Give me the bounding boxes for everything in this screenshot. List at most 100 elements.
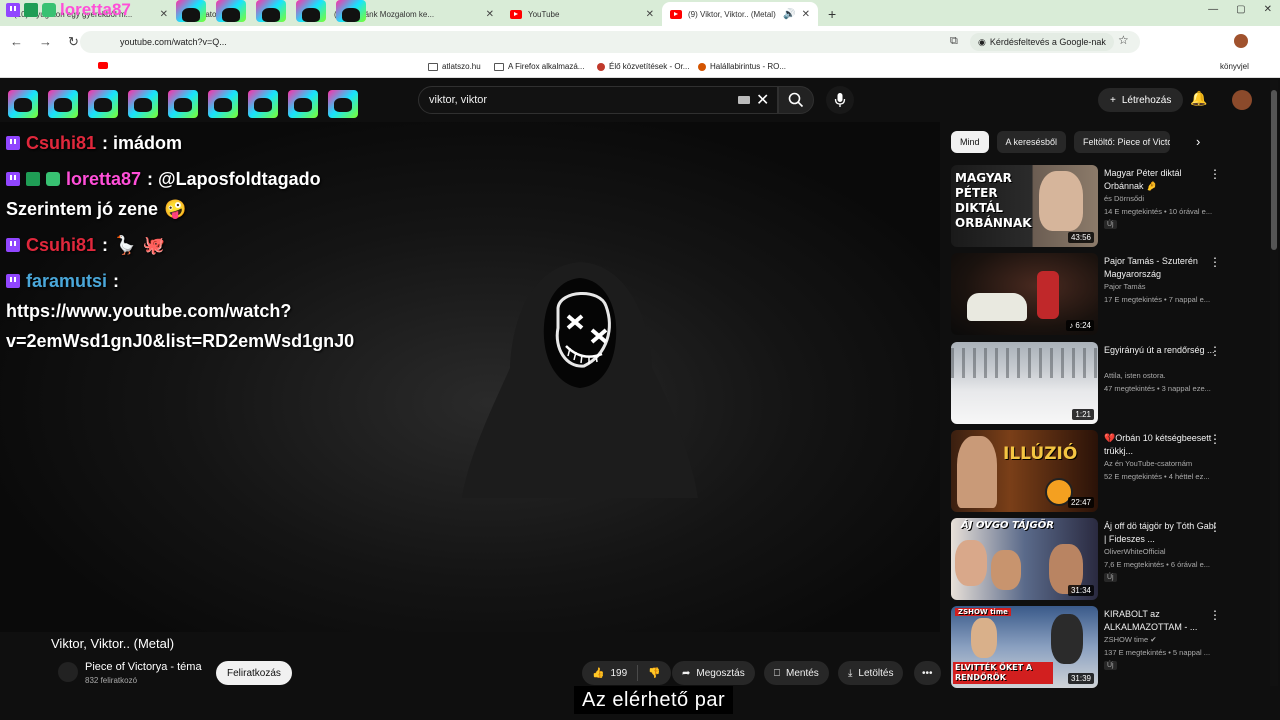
forward-icon[interactable]: → bbox=[39, 34, 52, 50]
cat-emote-icon bbox=[168, 90, 198, 118]
browser-tab-youtube[interactable]: YouTube ✕ bbox=[502, 2, 662, 26]
recommendation-item[interactable]: ♪ 6:24 Pajor Tamás - Szuterén Magyarorsz… bbox=[951, 253, 1271, 335]
recommendation-item[interactable]: ILLÚZIÓ 22:47 💔Orbán 10 kétségbeesett tr… bbox=[951, 430, 1271, 512]
video-thumbnail[interactable]: MAGYAR PÉTER DIKTÁL ORBÁNNAK 43:56 bbox=[951, 165, 1098, 247]
reload-icon[interactable]: ↻ bbox=[68, 34, 79, 50]
video-title: Viktor, Viktor.. (Metal) bbox=[51, 636, 175, 651]
rec-title: Áj off dö tájgör by Tóth Gabi | Fideszes… bbox=[1104, 521, 1216, 544]
channel-name[interactable]: Piece of Victorya - téma bbox=[85, 661, 202, 673]
video-thumbnail[interactable]: ÁJ OVGO TÁJGÖR 31:34 bbox=[951, 518, 1098, 600]
bookmark-item[interactable]: atlatszo.hu bbox=[428, 62, 481, 71]
google-lens-icon: ◉ bbox=[978, 36, 986, 47]
chat-message: Csuhi81 : imádom bbox=[6, 128, 426, 158]
video-thumbnail[interactable]: ILLÚZIÓ 22:47 bbox=[951, 430, 1098, 512]
maximize-icon[interactable]: ▢ bbox=[1236, 4, 1245, 15]
create-label: Létrehozás bbox=[1121, 94, 1172, 106]
close-window-icon[interactable]: ✕ bbox=[1264, 4, 1272, 15]
close-icon[interactable]: ✕ bbox=[486, 9, 494, 20]
verified-badge-icon bbox=[24, 3, 38, 17]
cat-badge-icon bbox=[46, 172, 60, 186]
tab-title: YouTube bbox=[528, 9, 560, 19]
dislike-icon[interactable]: 👎 bbox=[648, 668, 660, 679]
thumbnail-text: ILLÚZIÓ bbox=[1003, 444, 1078, 464]
user-avatar[interactable] bbox=[1232, 90, 1252, 110]
bookmark-item[interactable]: Halállabirintus - RO... bbox=[698, 62, 786, 71]
folder-icon bbox=[428, 62, 438, 71]
chip-from-search[interactable]: A keresésből bbox=[996, 131, 1067, 153]
thumbnail-text: ZSHOW time bbox=[955, 608, 1011, 616]
more-vert-icon[interactable]: ⋮ bbox=[1209, 432, 1221, 446]
youtube-icon bbox=[510, 9, 522, 19]
rec-title: 💔Orbán 10 kétségbeesett trükkj... bbox=[1104, 433, 1212, 456]
rec-channel: ZSHOW time ✔ bbox=[1104, 635, 1157, 644]
recommendation-item[interactable]: ÁJ OVGO TÁJGÖR 31:34 Áj off dö tájgör by… bbox=[951, 518, 1271, 600]
recommendation-item[interactable]: ZSHOW time ELVITTÉK ŐKET A RENDŐRÖK 31:3… bbox=[951, 606, 1271, 688]
laughing-emoji-icon: 🤪 bbox=[164, 199, 187, 219]
twitch-badge-icon bbox=[6, 3, 20, 17]
cat-emote-icon bbox=[48, 90, 78, 118]
chevron-right-icon[interactable]: › bbox=[1196, 134, 1200, 149]
more-vert-icon[interactable]: ⋮ bbox=[1209, 608, 1221, 622]
clear-search-icon[interactable]: ✕ bbox=[756, 90, 769, 110]
close-icon[interactable]: ✕ bbox=[160, 9, 168, 20]
video-thumbnail[interactable]: ZSHOW time ELVITTÉK ŐKET A RENDŐRÖK 31:3… bbox=[951, 606, 1098, 688]
bookmark-item[interactable]: Élő közvetítések - Or... bbox=[597, 62, 689, 71]
video-thumbnail[interactable]: ♪ 6:24 bbox=[951, 253, 1098, 335]
rec-channel: Az én YouTube-csatornám bbox=[1104, 459, 1193, 468]
share-button[interactable]: ➦ Megosztás bbox=[672, 661, 755, 685]
rec-title: Pajor Tamás - Szuterén Magyarország bbox=[1104, 256, 1198, 279]
channel-avatar[interactable] bbox=[58, 662, 78, 682]
other-bookmarks[interactable]: könyvjel bbox=[1220, 62, 1249, 71]
bookmark-star-icon[interactable]: ☆ bbox=[1118, 33, 1129, 47]
subscribe-button[interactable]: Feliratkozás bbox=[216, 661, 292, 685]
recommendation-item[interactable]: MAGYAR PÉTER DIKTÁL ORBÁNNAK 43:56 Magya… bbox=[951, 165, 1271, 247]
chat-username: faramutsi bbox=[26, 271, 108, 291]
download-button[interactable]: ⤓ Letöltés bbox=[838, 661, 904, 685]
bookmark-item[interactable] bbox=[98, 62, 108, 69]
more-vert-icon[interactable]: ⋮ bbox=[1209, 344, 1221, 358]
duration-badge: 31:34 bbox=[1067, 585, 1094, 596]
back-icon[interactable]: ← bbox=[10, 34, 23, 50]
chip-uploader[interactable]: Feltöltő: Piece of Victo bbox=[1074, 131, 1171, 153]
browser-profile-avatar[interactable] bbox=[1234, 34, 1248, 48]
keyboard-icon[interactable] bbox=[738, 96, 750, 104]
like-count[interactable]: 199 bbox=[610, 668, 627, 679]
more-vert-icon[interactable]: ⋮ bbox=[1209, 167, 1221, 181]
video-thumbnail[interactable]: 1:21 bbox=[951, 342, 1098, 424]
close-icon[interactable]: ✕ bbox=[802, 9, 810, 20]
person-icon bbox=[1037, 271, 1059, 319]
twitch-badge-icon bbox=[6, 172, 20, 186]
scrollbar-thumb[interactable] bbox=[1271, 90, 1277, 250]
more-actions-button[interactable]: ••• bbox=[914, 661, 941, 685]
rec-channel: Pajor Tamás bbox=[1104, 282, 1146, 291]
trees-icon bbox=[951, 348, 1098, 378]
voice-search-button[interactable] bbox=[826, 86, 854, 114]
create-button[interactable]: + Létrehozás bbox=[1098, 88, 1184, 112]
notifications-icon[interactable]: 🔔 bbox=[1190, 90, 1207, 107]
google-ask-button[interactable]: ◉ Kérdésfeltevés a Google-nak bbox=[970, 33, 1114, 51]
chip-all[interactable]: Mind bbox=[951, 131, 989, 153]
search-button[interactable] bbox=[778, 86, 814, 114]
save-button[interactable]: ⎕ Mentés bbox=[764, 661, 829, 685]
cat-emote-icon bbox=[256, 0, 286, 22]
browser-tab-active[interactable]: (9) Viktor, Viktor.. (Metal) - 🔊 ✕ bbox=[662, 2, 818, 26]
like-icon[interactable]: 👍 bbox=[592, 668, 604, 679]
new-tab-button[interactable]: + bbox=[818, 2, 846, 26]
person-icon bbox=[1039, 171, 1083, 231]
more-vert-icon[interactable]: ⋮ bbox=[1209, 520, 1221, 534]
search-icon bbox=[788, 92, 804, 108]
scrollbar[interactable] bbox=[1270, 80, 1278, 686]
install-icon[interactable]: ⧉ bbox=[950, 35, 958, 48]
chat-username: Csuhi81 bbox=[26, 133, 97, 153]
chat-text: : imádom bbox=[102, 133, 183, 153]
speaker-icon[interactable]: 🔊 bbox=[783, 9, 795, 20]
minimize-icon[interactable]: — bbox=[1208, 4, 1218, 15]
more-vert-icon[interactable]: ⋮ bbox=[1209, 255, 1221, 269]
close-icon[interactable]: ✕ bbox=[646, 9, 654, 20]
search-input[interactable]: viktor, viktor bbox=[418, 86, 778, 114]
bookmark-item[interactable]: A Firefox alkalmazá... bbox=[494, 62, 584, 71]
recommendation-item[interactable]: 1:21 Egyirányú út a rendőrség ... Attila… bbox=[951, 342, 1271, 424]
emote-row bbox=[176, 0, 366, 22]
cat-emote-icon bbox=[288, 90, 318, 118]
duration-text: 6:24 bbox=[1075, 321, 1091, 330]
